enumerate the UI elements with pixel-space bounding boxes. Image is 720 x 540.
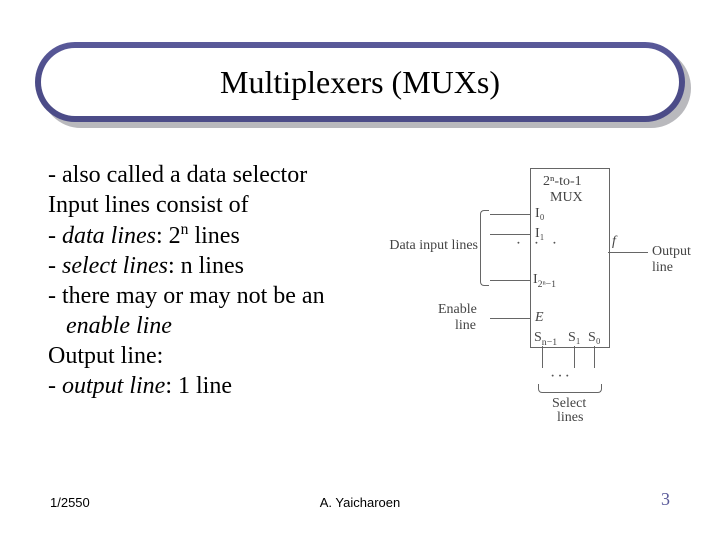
port-label-text: S — [534, 330, 542, 345]
diagram-label: line — [455, 318, 476, 334]
port-label: I₀ — [535, 206, 545, 222]
port-label: f — [612, 234, 616, 250]
wire — [490, 280, 530, 281]
bullet-text: : 1 line — [165, 373, 232, 399]
diagram-label: Data input lines — [380, 238, 478, 254]
diagram-label: lines — [557, 410, 583, 426]
mux-diagram: 2ⁿ-to-1 MUX I₀ I₁ ··· I2ⁿ−1 Data input l… — [380, 162, 710, 422]
port-label: Sn−1 — [534, 330, 557, 348]
bullet-dash: - — [48, 253, 62, 279]
wire — [608, 252, 648, 253]
port-label-sub: 2ⁿ−1 — [538, 279, 556, 290]
title-banner: Multiplexers (MUXs) — [35, 42, 685, 122]
wire — [490, 234, 530, 235]
bullet-em: output line — [62, 373, 165, 399]
diagram-label: Output line — [652, 244, 710, 276]
bullet-text: : 2 — [156, 223, 181, 249]
wire — [490, 214, 530, 215]
port-label-sub: n−1 — [542, 337, 557, 348]
content-text: - also called a data selector Input line… — [48, 160, 378, 401]
title-inner: Multiplexers (MUXs) — [41, 48, 679, 116]
port-label: S₁ — [568, 330, 581, 346]
wire — [542, 346, 543, 368]
brace-icon — [538, 384, 602, 393]
port-label: S₀ — [588, 330, 601, 346]
bullet-text: : n lines — [168, 253, 244, 279]
bullet-line: Output line: — [48, 341, 378, 371]
diagram-label: Enable — [438, 302, 477, 318]
bullet-em: select lines — [62, 253, 168, 279]
bullet-line: - select lines: n lines — [48, 251, 378, 281]
slide: Multiplexers (MUXs) - also called a data… — [0, 0, 720, 540]
title-frame: Multiplexers (MUXs) — [35, 42, 685, 122]
bullet-line: - output line: 1 line — [48, 371, 378, 401]
bullet-text: lines — [188, 223, 239, 249]
bullet-line: - data lines: 2n lines — [48, 220, 378, 251]
footer-page-number: 3 — [661, 489, 670, 510]
port-label: I2ⁿ−1 — [533, 272, 556, 290]
wire — [574, 346, 575, 368]
bullet-dash: - — [48, 223, 62, 249]
bullet-dash: - — [48, 373, 62, 399]
mux-label-bottom: MUX — [550, 190, 583, 206]
wire — [594, 346, 595, 368]
footer-author: A. Yaicharoen — [0, 495, 720, 510]
mux-label-top: 2ⁿ-to-1 — [543, 174, 582, 190]
wire — [490, 318, 530, 319]
slide-title: Multiplexers (MUXs) — [220, 64, 500, 101]
bullet-line: - there may or may not be an — [48, 281, 378, 311]
bullet-line: Input lines consist of — [48, 190, 378, 220]
bullet-line: - also called a data selector — [48, 160, 378, 190]
brace-icon — [480, 210, 489, 286]
bullet-em: data lines — [62, 223, 156, 249]
ellipsis-icon: ··· — [508, 240, 562, 245]
port-label: E — [535, 310, 544, 326]
bullet-line: enable line — [48, 311, 378, 341]
